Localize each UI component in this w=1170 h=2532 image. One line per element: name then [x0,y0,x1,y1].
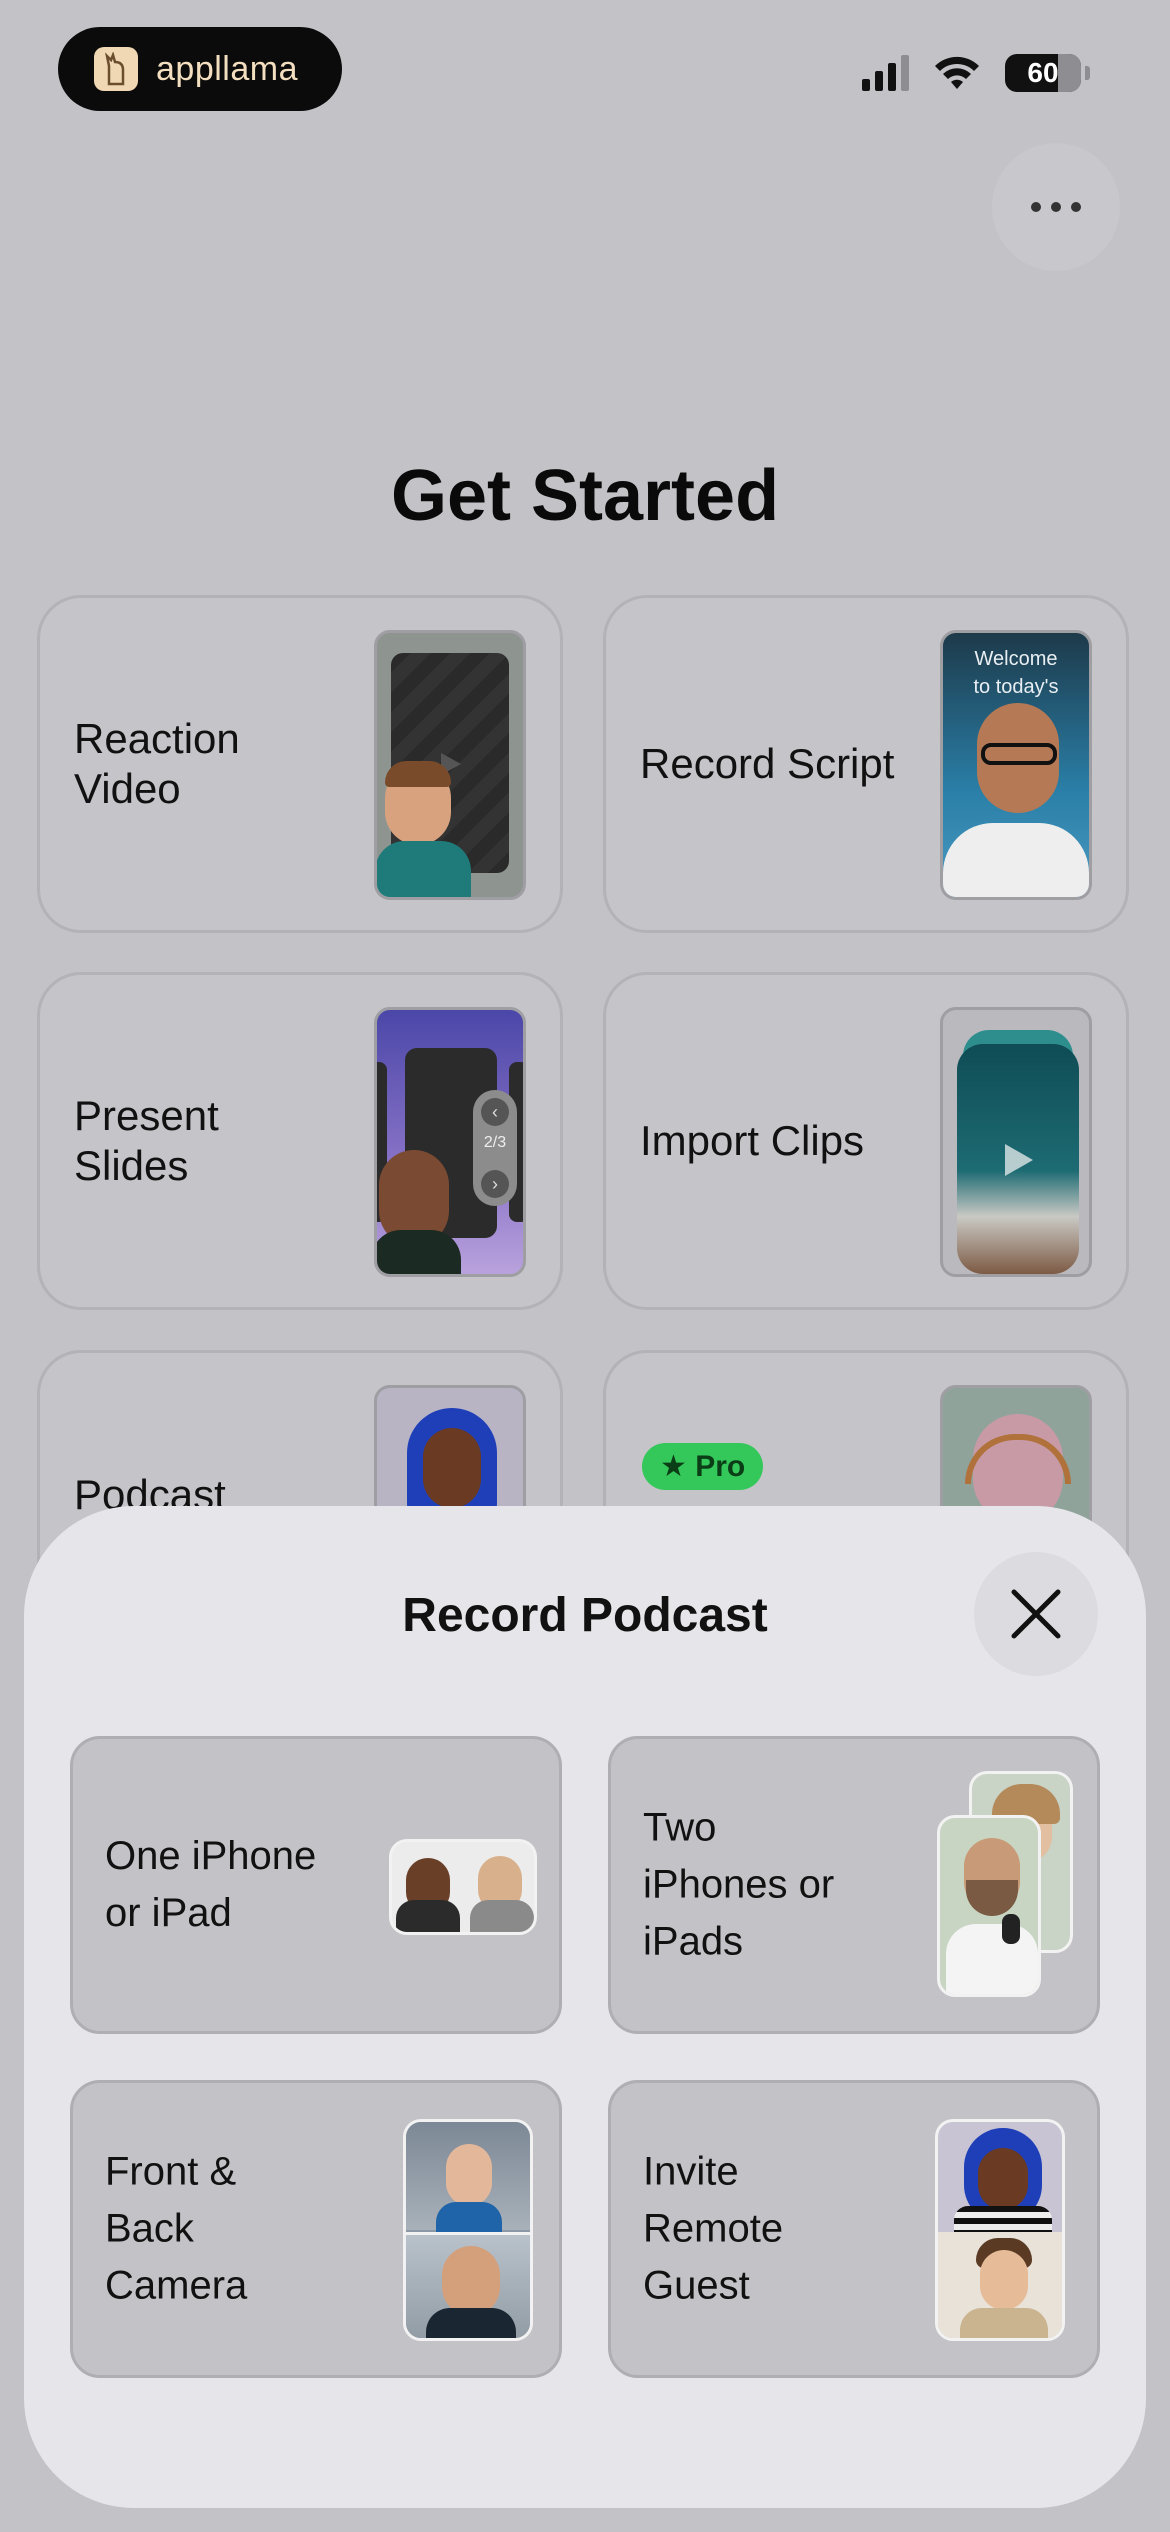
option-label: Two iPhones or iPads [643,1805,835,1964]
ellipsis-icon [1031,202,1041,212]
teleprompter-text: Welcome to today's [973,648,1059,698]
close-icon [1011,1589,1061,1639]
card-label: Reaction Video [74,715,240,812]
card-present-slides[interactable]: Present Slides ‹ 2/3 › [37,972,563,1310]
import-clips-thumbnail [940,1007,1092,1277]
previous-slide-icon[interactable]: ‹ [481,1098,509,1126]
card-record-script[interactable]: Record Script Welcome to today's [603,595,1129,933]
card-reaction-video[interactable]: Reaction Video [37,595,563,933]
brand-name: appllama [156,49,298,88]
option-invite-remote-guest[interactable]: Invite Remote Guest [608,2080,1100,2378]
card-label: Import Clips [640,1117,865,1164]
present-slides-thumbnail: ‹ 2/3 › [374,1007,526,1277]
more-options-button[interactable] [992,143,1120,271]
page-title: Get Started [390,456,780,536]
pro-badge: ★ Pro [642,1443,764,1490]
option-one-iphone-or-ipad[interactable]: One iPhone or iPad [70,1736,562,2034]
wifi-icon [935,56,979,89]
status-icons: 60 [862,54,1090,92]
slide-pager[interactable]: ‹ 2/3 › [473,1090,517,1206]
card-import-clips[interactable]: Import Clips [603,972,1129,1310]
appllama-badge: appllama [58,27,342,111]
battery-level: 60 [1027,57,1059,88]
front-back-camera-photo [403,2119,533,2341]
battery-icon: 60 [1005,54,1081,92]
option-label: Invite Remote Guest [643,2149,784,2308]
reaction-video-thumbnail [374,630,526,900]
option-two-iphones-or-ipads[interactable]: Two iPhones or iPads [608,1736,1100,2034]
llama-logo-icon [94,47,138,91]
signal-icon [862,55,909,91]
one-device-photo [389,1839,537,1935]
remote-guest-photo [935,2119,1065,2341]
card-label: Present Slides [74,1092,219,1189]
next-slide-icon[interactable]: › [481,1170,509,1198]
card-label: Record Script [640,740,895,787]
record-podcast-sheet: Record Podcast One iPhone or iPad Two iP… [24,1506,1146,2508]
first-device-photo [937,1815,1041,1997]
option-front-and-back-camera[interactable]: Front & Back Camera [70,2080,562,2378]
option-label: Front & Back Camera [105,2149,248,2308]
option-label: One iPhone or iPad [105,1834,317,1935]
slide-counter: 2/3 [483,1134,507,1151]
close-button[interactable] [974,1552,1098,1676]
record-script-thumbnail: Welcome to today's [940,630,1092,900]
